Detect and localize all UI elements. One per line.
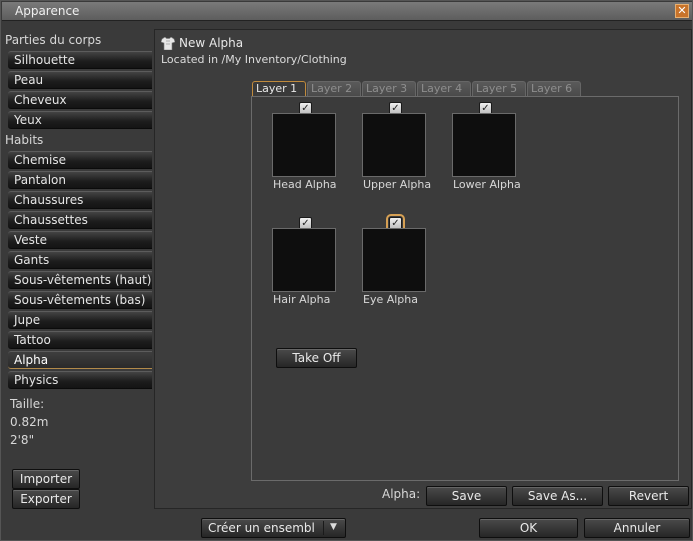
- sidebar-item-underpants[interactable]: Sous-vêtements (bas): [8, 291, 152, 309]
- sidebar-item-hair[interactable]: Cheveux: [8, 91, 152, 109]
- create-outfit-dropdown[interactable]: Créer un ensembl ▼: [201, 518, 346, 538]
- upper-alpha-swatch[interactable]: [362, 113, 426, 177]
- window-title: Apparence: [15, 4, 80, 18]
- save-button[interactable]: Save: [426, 486, 507, 506]
- head-alpha-swatch[interactable]: [272, 113, 336, 177]
- ok-button[interactable]: OK: [479, 518, 578, 538]
- hair-alpha-swatch[interactable]: [272, 228, 336, 292]
- sidebar-item-physics[interactable]: Physics: [8, 371, 152, 389]
- sidebar-item-skin[interactable]: Peau: [8, 71, 152, 89]
- sidebar-item-undershirt[interactable]: Sous-vêtements (haut): [8, 271, 152, 289]
- sidebar-item-jacket[interactable]: Veste: [8, 231, 152, 249]
- sidebar-item-gloves[interactable]: Gants: [8, 251, 152, 269]
- body-parts-heading: Parties du corps: [5, 33, 102, 47]
- sidebar-item-eyes[interactable]: Yeux: [8, 111, 152, 129]
- sidebar-item-skirt[interactable]: Jupe: [8, 311, 152, 329]
- create-outfit-label: Créer un ensembl: [208, 521, 315, 535]
- shirt-icon: [161, 37, 175, 50]
- close-button[interactable]: ✕: [675, 4, 689, 18]
- sidebar-item-socks[interactable]: Chaussettes: [8, 211, 152, 229]
- size-metric: 0.82m: [10, 415, 49, 429]
- tab-layer-4[interactable]: Layer 4: [417, 81, 471, 96]
- sidebar-item-alpha[interactable]: Alpha: [8, 351, 152, 369]
- item-name: New Alpha: [179, 36, 244, 50]
- tab-layer-6[interactable]: Layer 6: [527, 81, 581, 96]
- size-imperial: 2'8": [10, 433, 35, 447]
- save-as-button[interactable]: Save As...: [512, 486, 603, 506]
- tab-layer-2[interactable]: Layer 2: [307, 81, 361, 96]
- sidebar-item-shirt[interactable]: Chemise: [8, 151, 152, 169]
- tab-layer-3[interactable]: Layer 3: [362, 81, 416, 96]
- cancel-button[interactable]: Annuler: [584, 518, 690, 538]
- title-bar[interactable]: Apparence ✕: [2, 2, 692, 21]
- item-location: Located in /My Inventory/Clothing: [161, 53, 347, 66]
- sidebar-item-pants[interactable]: Pantalon: [8, 171, 152, 189]
- export-button[interactable]: Exporter: [12, 489, 80, 509]
- appearance-window: Apparence ✕ Parties du corps Silhouette …: [0, 0, 693, 541]
- alpha-save-label: Alpha:: [382, 487, 421, 501]
- tab-layer-5[interactable]: Layer 5: [472, 81, 526, 96]
- lower-alpha-label: Lower Alpha: [453, 178, 521, 191]
- dropdown-divider: [323, 521, 324, 535]
- hair-alpha-label: Hair Alpha: [273, 293, 331, 306]
- tab-layer-1[interactable]: Layer 1: [252, 81, 306, 97]
- lower-alpha-swatch[interactable]: [452, 113, 516, 177]
- upper-alpha-label: Upper Alpha: [363, 178, 432, 191]
- revert-button[interactable]: Revert: [608, 486, 689, 506]
- size-label: Taille:: [10, 397, 45, 411]
- take-off-button[interactable]: Take Off: [276, 348, 357, 368]
- chevron-down-icon[interactable]: ▼: [330, 522, 337, 532]
- sidebar-item-silhouette[interactable]: Silhouette: [8, 51, 152, 69]
- eye-alpha-label: Eye Alpha: [363, 293, 418, 306]
- sidebar-item-shoes[interactable]: Chaussures: [8, 191, 152, 209]
- head-alpha-label: Head Alpha: [273, 178, 337, 191]
- clothes-heading: Habits: [5, 133, 44, 147]
- import-button[interactable]: Importer: [12, 469, 80, 489]
- eye-alpha-swatch[interactable]: [362, 228, 426, 292]
- sidebar-item-tattoo[interactable]: Tattoo: [8, 331, 152, 349]
